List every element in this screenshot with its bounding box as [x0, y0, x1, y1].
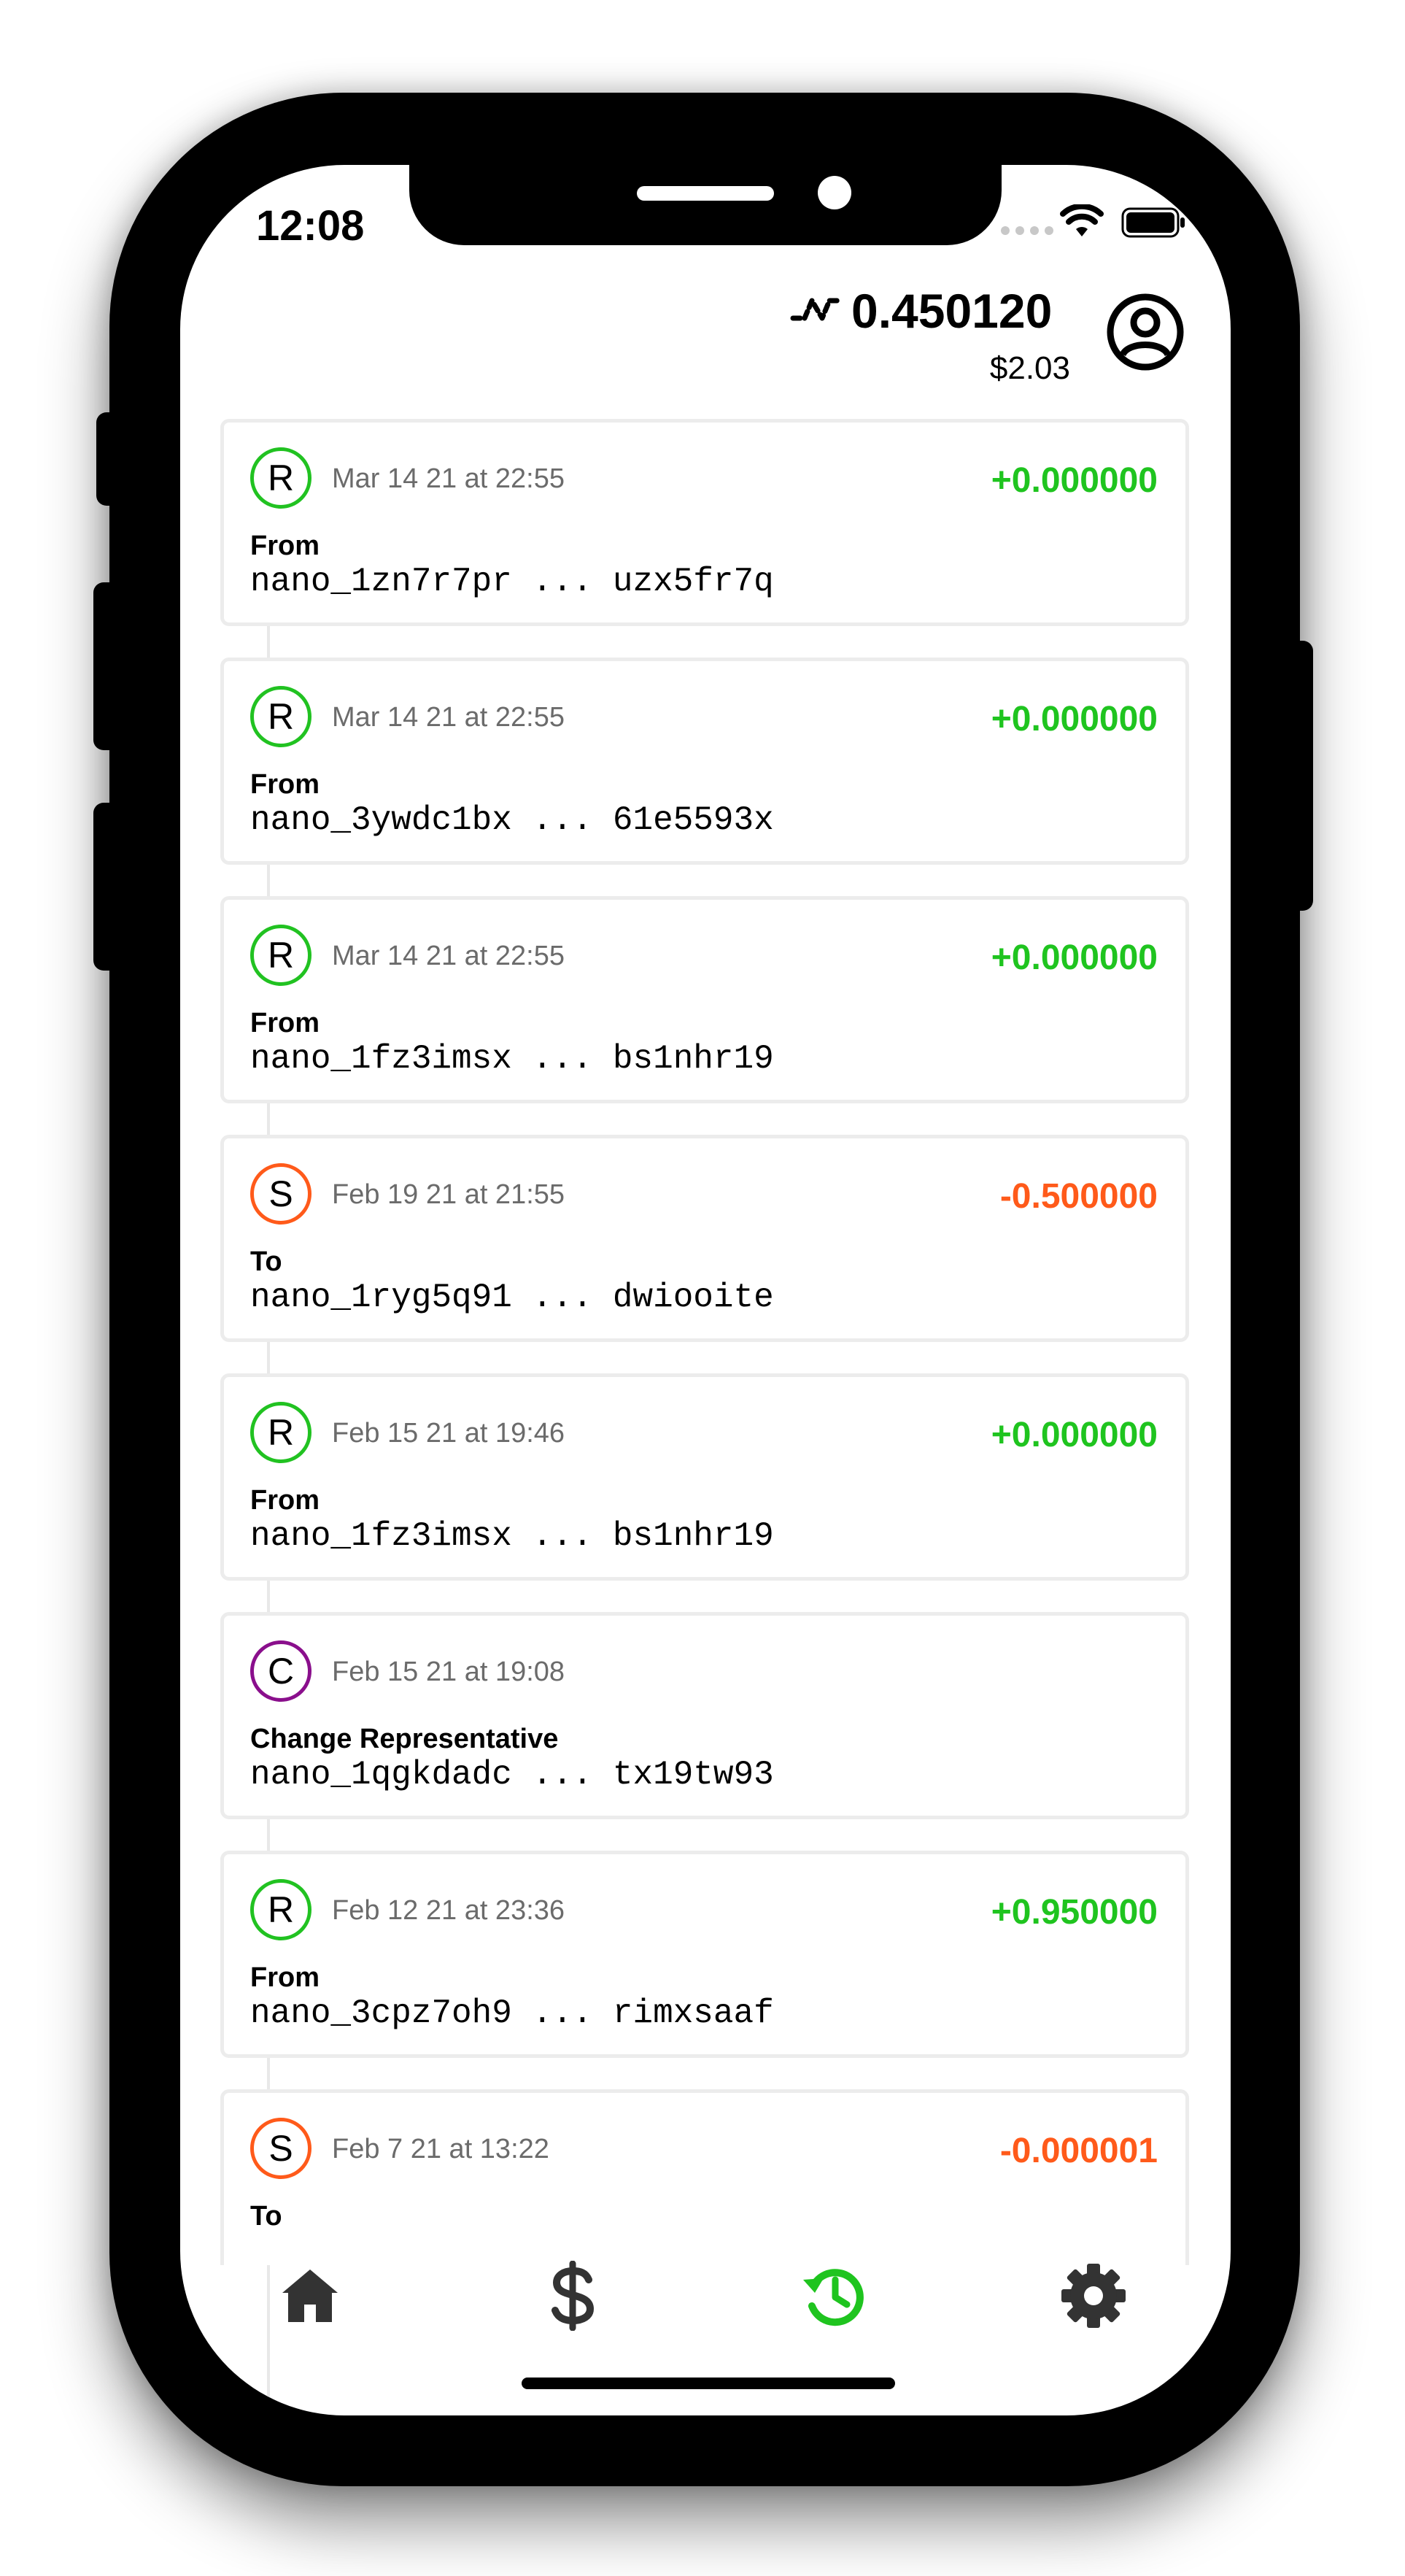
- transaction-type-badge: R: [250, 1402, 311, 1463]
- transaction-date: Mar 14 21 at 22:55: [332, 463, 565, 494]
- transaction-address: nano_1zn7r7pr ... uzx5fr7q: [250, 563, 774, 601]
- transaction-card[interactable]: R Feb 15 21 at 19:46 +0.000000 From nano_1fz…: [220, 1373, 1189, 1581]
- transaction-amount: +0.000000: [991, 461, 1158, 500]
- battery-icon: [1121, 207, 1185, 238]
- transaction-amount: +0.000000: [991, 938, 1158, 977]
- tab-receive[interactable]: [529, 2252, 616, 2340]
- transaction-amount: +0.950000: [991, 1893, 1158, 1932]
- transaction-amount: +0.000000: [991, 700, 1158, 739]
- transaction-date: Feb 15 21 at 19:46: [332, 1418, 565, 1449]
- tab-history[interactable]: [790, 2252, 878, 2340]
- transaction-type-badge: R: [250, 447, 311, 509]
- transaction-type-badge: S: [250, 1163, 311, 1225]
- transaction-type-badge: R: [250, 686, 311, 747]
- transaction-type-badge: C: [250, 1640, 311, 1702]
- transaction-amount: +0.000000: [991, 1416, 1158, 1454]
- app-screen: 12:08 0.450120 $2.03 R Mar 14 21 at 22:5…: [180, 165, 1231, 2415]
- status-time: 12:08: [256, 202, 365, 250]
- dollar-icon: [551, 2261, 595, 2331]
- transaction-amount: -0.000001: [999, 2132, 1158, 2170]
- tab-home[interactable]: [266, 2252, 354, 2340]
- transaction-type-badge: R: [250, 1879, 311, 1940]
- phone-frame: 12:08 0.450120 $2.03 R Mar 14 21 at 22:5…: [109, 93, 1300, 2486]
- transaction-type-badge: S: [250, 2118, 311, 2179]
- transaction-label: To: [250, 1246, 282, 1277]
- transaction-label: From: [250, 531, 320, 561]
- tab-bar: [180, 2252, 1231, 2354]
- transaction-card[interactable]: R Mar 14 21 at 22:55 +0.000000 From nano_3yw…: [220, 658, 1189, 865]
- transaction-label: To: [250, 2201, 282, 2232]
- camera: [818, 176, 851, 209]
- transaction-address: nano_1fz3imsx ... bs1nhr19: [250, 1517, 774, 1555]
- transaction-date: Mar 14 21 at 22:55: [332, 702, 565, 733]
- transaction-address: nano_1qgkdadc ... tx19tw93: [250, 1756, 774, 1794]
- transaction-date: Feb 19 21 at 21:55: [332, 1179, 565, 1210]
- transaction-label: From: [250, 1962, 320, 1993]
- transaction-label: From: [250, 1008, 320, 1038]
- transaction-type-badge: R: [250, 925, 311, 986]
- transaction-label: From: [250, 1485, 320, 1516]
- nano-balance: 0.450120: [851, 284, 1053, 338]
- transaction-card[interactable]: R Mar 14 21 at 22:55 +0.000000 From nano_1fz…: [220, 896, 1189, 1103]
- transaction-card[interactable]: R Mar 14 21 at 22:55 +0.000000 From nano_1zn…: [220, 419, 1189, 626]
- transaction-date: Feb 15 21 at 19:08: [332, 1657, 565, 1687]
- transaction-date: Feb 7 21 at 13:22: [332, 2134, 549, 2164]
- account-icon[interactable]: [1105, 292, 1185, 372]
- home-indicator: [522, 2378, 895, 2389]
- speaker: [637, 186, 774, 201]
- transaction-card[interactable]: S Feb 7 21 at 13:22 -0.000001 To: [220, 2089, 1189, 2265]
- transaction-amount: -0.500000: [999, 1177, 1158, 1216]
- transaction-label: From: [250, 769, 320, 800]
- transaction-card[interactable]: R Feb 12 21 at 23:36 +0.950000 From nano_3cp…: [220, 1851, 1189, 2058]
- transaction-card[interactable]: C Feb 15 21 at 19:08 Change Representative…: [220, 1612, 1189, 1819]
- transaction-address: nano_1ryg5q91 ... dwiooite: [250, 1279, 774, 1316]
- wifi-icon: [1060, 204, 1104, 236]
- notch: [409, 165, 1002, 245]
- transaction-address: nano_3ywdc1bx ... 61e5593x: [250, 801, 774, 839]
- nano-logo-icon: [790, 298, 844, 321]
- transaction-list[interactable]: R Mar 14 21 at 22:55 +0.000000 From nano_1zn…: [220, 419, 1192, 2265]
- transaction-address: nano_3cpz7oh9 ... rimxsaaf: [250, 1994, 774, 2032]
- transaction-address: nano_1fz3imsx ... bs1nhr19: [250, 1040, 774, 1078]
- home-icon: [282, 2270, 338, 2322]
- transaction-label: Change Representative: [250, 1724, 559, 1754]
- fiat-balance: $2.03: [989, 350, 1070, 386]
- cellular-signal-icon: [1001, 226, 1053, 235]
- gear-icon: [1061, 2264, 1126, 2328]
- transaction-date: Feb 12 21 at 23:36: [332, 1895, 565, 1926]
- tab-settings[interactable]: [1050, 2252, 1137, 2340]
- transaction-date: Mar 14 21 at 22:55: [332, 941, 565, 971]
- transaction-card[interactable]: S Feb 19 21 at 21:55 -0.500000 To nano_1ryg5…: [220, 1135, 1189, 1342]
- history-icon: [803, 2269, 864, 2326]
